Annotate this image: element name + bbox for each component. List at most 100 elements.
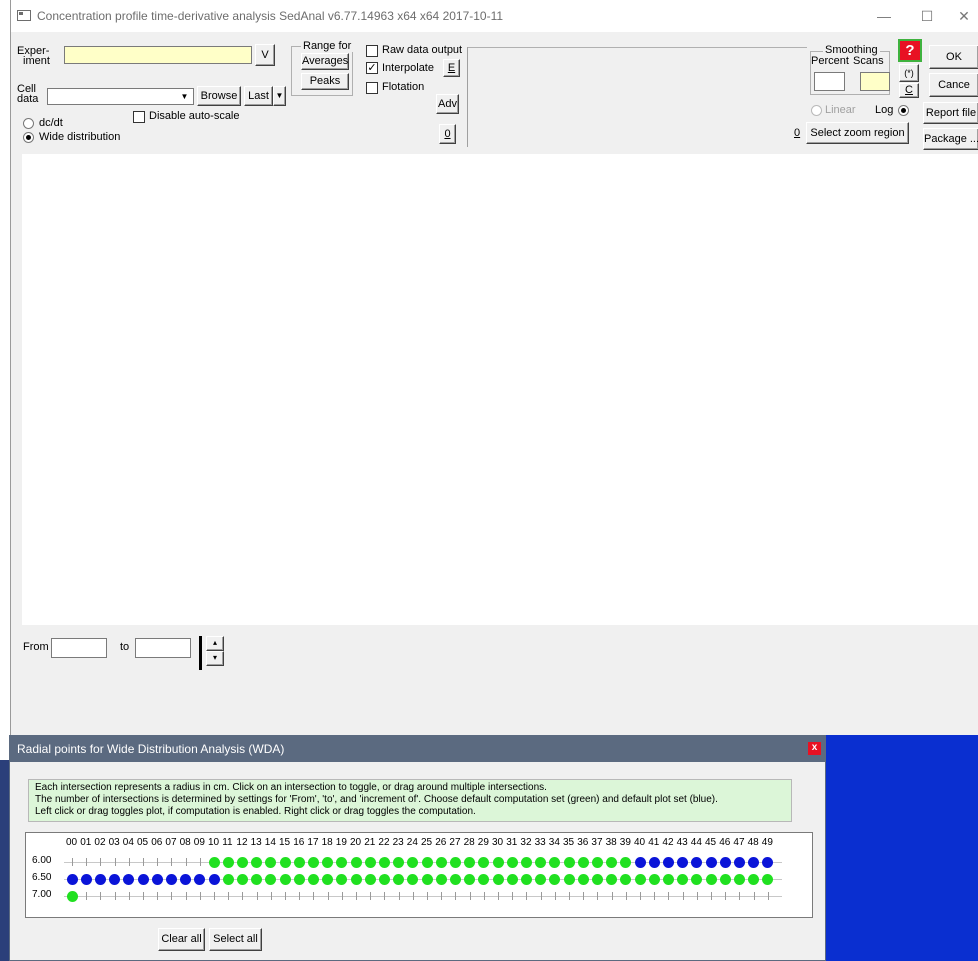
computation-point[interactable]	[634, 873, 646, 885]
computation-point[interactable]	[577, 873, 589, 885]
computation-point[interactable]	[393, 873, 405, 885]
adv-button[interactable]: Adv	[436, 94, 459, 114]
computation-point[interactable]	[563, 873, 575, 885]
computation-point[interactable]	[748, 873, 760, 885]
computation-point[interactable]	[506, 873, 518, 885]
computation-point[interactable]	[620, 873, 632, 885]
plot-point[interactable]	[165, 873, 177, 885]
minimize-button[interactable]: —	[861, 0, 907, 32]
computation-point[interactable]	[265, 856, 277, 868]
intersection-point[interactable]	[498, 892, 499, 900]
plot-point[interactable]	[719, 856, 731, 868]
computation-point[interactable]	[705, 873, 717, 885]
zero-button[interactable]: 0	[439, 124, 456, 144]
intersection-point[interactable]	[256, 892, 258, 900]
computation-point[interactable]	[762, 873, 774, 885]
computation-point[interactable]	[236, 856, 248, 868]
intersection-point[interactable]	[114, 892, 116, 900]
intersection-point[interactable]	[370, 892, 372, 900]
peaks-button[interactable]: Peaks	[301, 73, 349, 90]
computation-point[interactable]	[378, 856, 390, 868]
intersection-point[interactable]	[100, 858, 102, 866]
intersection-point[interactable]	[753, 892, 755, 900]
computation-point[interactable]	[464, 873, 476, 885]
intersection-point[interactable]	[526, 892, 528, 900]
computation-point[interactable]	[549, 856, 561, 868]
select-all-button[interactable]: Select all	[209, 928, 262, 951]
intersection-point[interactable]	[285, 892, 286, 900]
plot-point[interactable]	[634, 856, 646, 868]
computation-point[interactable]	[591, 873, 603, 885]
last-dropdown-icon[interactable]: ▼	[273, 86, 286, 106]
computation-point[interactable]	[563, 856, 575, 868]
intersection-point[interactable]	[469, 892, 471, 900]
plot-point[interactable]	[94, 873, 106, 885]
dcdt-radio[interactable]	[23, 118, 34, 129]
computation-point[interactable]	[535, 873, 547, 885]
browse-button[interactable]: Browse	[197, 86, 241, 106]
computation-point[interactable]	[236, 873, 248, 885]
intersection-point[interactable]	[185, 892, 187, 900]
computation-point[interactable]	[407, 856, 419, 868]
intersection-point[interactable]	[384, 892, 386, 900]
computation-point[interactable]	[662, 873, 674, 885]
computation-point[interactable]	[350, 856, 362, 868]
intersection-point[interactable]	[739, 892, 741, 900]
intersection-point[interactable]	[512, 892, 514, 900]
computation-point[interactable]	[492, 856, 504, 868]
computation-point[interactable]	[719, 873, 731, 885]
wda-close-button[interactable]: x	[808, 742, 821, 755]
computation-point[interactable]	[66, 890, 78, 902]
computation-point[interactable]	[691, 873, 703, 885]
intersection-point[interactable]	[128, 858, 130, 866]
plot-point[interactable]	[66, 873, 78, 885]
intersection-point[interactable]	[483, 892, 485, 900]
e-button[interactable]: E	[443, 59, 460, 77]
computation-point[interactable]	[520, 873, 532, 885]
disable-autoscale-checkbox[interactable]	[133, 111, 145, 123]
intersection-point[interactable]	[128, 892, 130, 900]
intersection-point[interactable]	[171, 892, 173, 900]
computation-point[interactable]	[449, 856, 461, 868]
star-button[interactable]: (*)	[899, 64, 919, 82]
intersection-point[interactable]	[767, 892, 769, 900]
computation-point[interactable]	[492, 873, 504, 885]
computation-point[interactable]	[407, 873, 419, 885]
computation-point[interactable]	[620, 856, 632, 868]
intersection-point[interactable]	[86, 892, 88, 900]
experiment-input[interactable]	[64, 46, 252, 64]
computation-point[interactable]	[307, 856, 319, 868]
computation-point[interactable]	[293, 856, 305, 868]
computation-point[interactable]	[350, 873, 362, 885]
intersection-point[interactable]	[711, 892, 712, 900]
plot-point[interactable]	[194, 873, 206, 885]
plot-point[interactable]	[677, 856, 689, 868]
intersection-point[interactable]	[583, 892, 585, 900]
computation-point[interactable]	[378, 873, 390, 885]
computation-point[interactable]	[577, 856, 589, 868]
computation-point[interactable]	[549, 873, 561, 885]
computation-point[interactable]	[506, 856, 518, 868]
plot-point[interactable]	[662, 856, 674, 868]
computation-point[interactable]	[364, 873, 376, 885]
computation-point[interactable]	[336, 873, 348, 885]
select-zoom-region-button[interactable]: Select zoom region	[806, 122, 909, 144]
plot-point[interactable]	[180, 873, 192, 885]
smoothing-percent-input[interactable]	[814, 72, 845, 91]
intersection-point[interactable]	[640, 892, 641, 900]
intersection-point[interactable]	[327, 892, 329, 900]
smoothing-zero-button[interactable]: 0	[794, 127, 800, 139]
computation-point[interactable]	[279, 873, 291, 885]
wda-radial-grid[interactable]: 00 01 02 03 04 05 06 07 08 09 10 11 12 13 14 15 16 17 18 19…	[25, 832, 813, 918]
intersection-point[interactable]	[270, 892, 272, 900]
computation-point[interactable]	[478, 856, 490, 868]
averages-button[interactable]: Averages	[301, 53, 349, 70]
intersection-point[interactable]	[299, 892, 301, 900]
computation-point[interactable]	[478, 873, 490, 885]
flotation-checkbox[interactable]	[366, 82, 378, 94]
plot-point[interactable]	[648, 856, 660, 868]
intersection-point[interactable]	[654, 892, 656, 900]
plot-point[interactable]	[691, 856, 703, 868]
computation-point[interactable]	[364, 856, 376, 868]
intersection-point[interactable]	[540, 892, 542, 900]
